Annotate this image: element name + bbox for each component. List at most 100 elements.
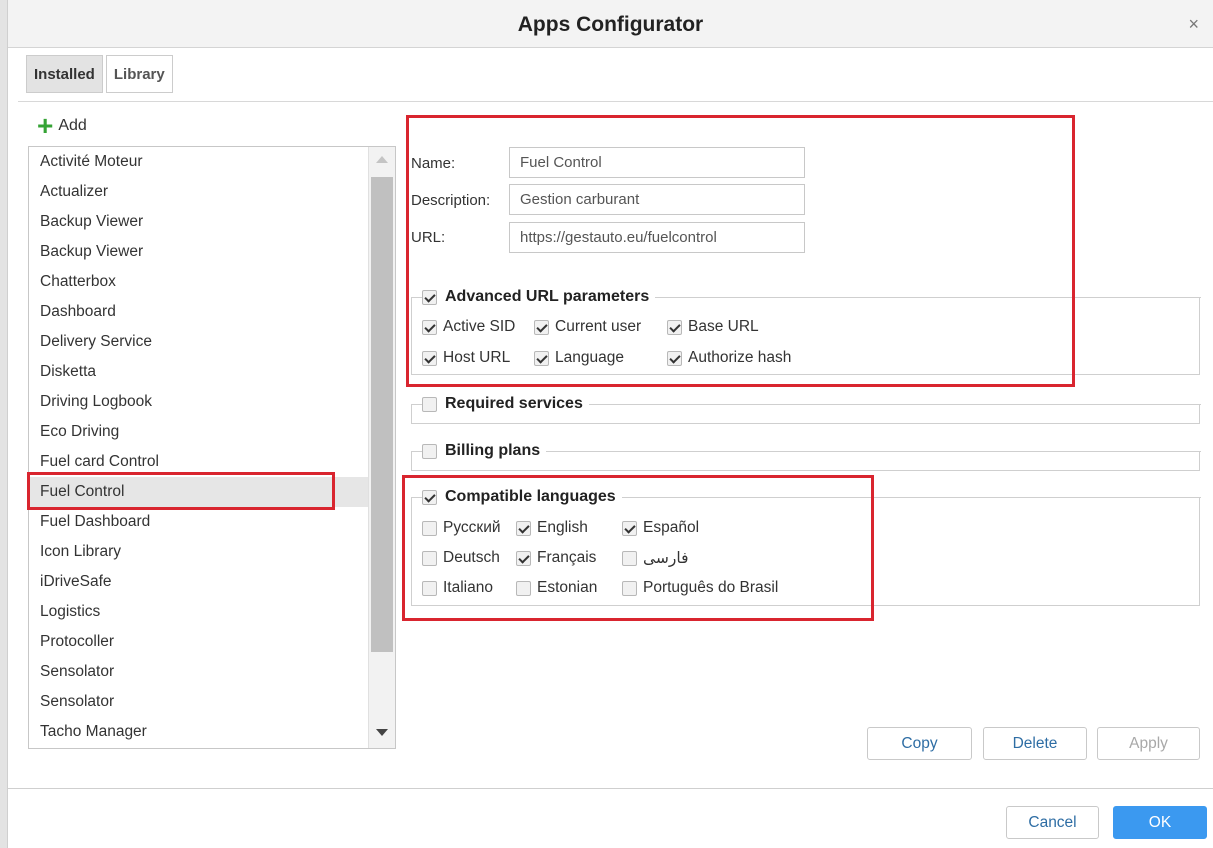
lang-english[interactable]: English [516,519,588,537]
advanced-url-parameters-label: Advanced URL parameters [445,288,650,305]
advanced-url-parameters-group [411,297,1201,375]
checkbox[interactable] [422,350,437,366]
compatible-languages-label: Compatible languages [445,488,616,505]
app-list-item[interactable]: Logistics [29,597,369,627]
option-label: فارسی [643,550,689,567]
checkbox[interactable] [422,580,437,596]
option-label: Français [537,549,597,566]
checkbox[interactable] [622,580,637,596]
app-list-item[interactable]: iDriveSafe [29,567,369,597]
apply-button[interactable]: Apply [1097,727,1200,760]
billing-plans-label: Billing plans [445,442,541,459]
apps-configurator-dialog: Apps Configurator × Installed Library + … [0,0,1213,848]
app-list-item[interactable]: Backup Viewer [29,207,369,237]
url-label: URL: [411,229,446,246]
option-label: Português do Brasil [643,579,779,596]
app-list-item[interactable]: Dashboard [29,297,369,327]
checkbox[interactable] [516,520,531,536]
name-input[interactable] [509,147,805,178]
billing-plans-checkbox[interactable] [422,443,437,459]
required-services-toggle[interactable]: Required services [422,395,589,413]
app-list-item[interactable]: Icon Library [29,537,369,567]
tab-library[interactable]: Library [105,55,173,93]
app-list-item[interactable]: Sensolator [29,687,369,717]
app-list-item[interactable]: Backup Viewer [29,237,369,267]
tab-installed[interactable]: Installed [26,55,103,93]
app-list-item[interactable]: Protocoller [29,627,369,657]
checkbox[interactable] [622,551,637,566]
tab-bar: Installed Library [26,55,176,93]
lang-german[interactable]: Deutsch [422,549,500,567]
footer-divider [8,788,1213,789]
app-list-item[interactable]: Activité Moteur [29,147,369,177]
app-list-item[interactable]: Driving Logbook [29,387,369,417]
app-list-item[interactable]: Delivery Service [29,327,369,357]
checkbox[interactable] [422,319,437,335]
compatible-languages-toggle[interactable]: Compatible languages [422,488,622,506]
lang-russian[interactable]: Русский [422,519,501,537]
option-language[interactable]: Language [534,349,624,367]
delete-button[interactable]: Delete [983,727,1087,760]
description-label: Description: [411,192,491,209]
option-current-user[interactable]: Current user [534,318,641,336]
app-list-item[interactable]: Chatterbox [29,267,369,297]
ok-button[interactable]: OK [1113,806,1207,839]
app-list-item[interactable]: Fuel Control [29,477,369,507]
advanced-url-parameters-toggle[interactable]: Advanced URL parameters [422,288,656,306]
option-label: Base URL [688,318,759,335]
app-list-item[interactable]: Disketta [29,357,369,387]
checkbox[interactable] [422,520,437,536]
app-list-item[interactable]: Sensolator [29,657,369,687]
checkbox[interactable] [534,350,549,366]
app-list-item[interactable]: Fuel Dashboard [29,507,369,537]
advanced-url-parameters-checkbox[interactable] [422,289,437,305]
lang-spanish[interactable]: Español [622,519,699,537]
scroll-up-icon[interactable] [376,156,388,163]
close-icon[interactable]: × [1188,14,1199,35]
checkbox[interactable] [622,520,637,536]
tab-divider [18,101,1213,102]
option-active-sid[interactable]: Active SID [422,318,515,336]
option-label: Active SID [443,318,516,335]
option-authorize-hash[interactable]: Authorize hash [667,349,791,367]
option-label: Host URL [443,349,511,366]
checkbox[interactable] [516,550,531,566]
required-services-checkbox[interactable] [422,396,437,412]
lang-estonian[interactable]: Estonian [516,579,597,597]
billing-plans-toggle[interactable]: Billing plans [422,442,547,460]
url-input[interactable] [509,222,805,253]
title-bar: Apps Configurator × [8,0,1213,48]
copy-button[interactable]: Copy [867,727,972,760]
option-label: English [537,519,588,536]
add-app-button[interactable]: + Add [37,112,87,140]
lang-french[interactable]: Français [516,549,596,567]
option-base-url[interactable]: Base URL [667,318,759,336]
add-label: Add [58,117,87,134]
required-services-label: Required services [445,395,583,412]
app-list[interactable]: Activité Moteur Actualizer Backup Viewer Ba… [28,146,396,749]
app-list-item[interactable]: Tacho Manager [29,717,369,747]
app-list-item[interactable]: Fuel card Control [29,447,369,477]
option-label: Language [555,349,624,366]
scroll-thumb[interactable] [371,177,393,652]
checkbox[interactable] [534,319,549,335]
lang-portuguese-brazil[interactable]: Português do Brasil [622,579,778,597]
lang-italian[interactable]: Italiano [422,579,493,597]
description-input[interactable] [509,184,805,215]
lang-persian[interactable]: فارسی [622,549,689,568]
checkbox[interactable] [667,350,682,366]
background-edge [0,0,8,848]
scroll-down-icon[interactable] [376,729,388,736]
app-list-item[interactable]: Eco Driving [29,417,369,447]
checkbox[interactable] [516,580,531,596]
checkbox[interactable] [422,550,437,566]
cancel-button[interactable]: Cancel [1006,806,1099,839]
option-label: Estonian [537,579,598,596]
app-list-scrollbar[interactable] [368,147,395,748]
option-label: Deutsch [443,549,500,566]
option-host-url[interactable]: Host URL [422,349,510,367]
name-label: Name: [411,155,456,172]
app-list-item[interactable]: Actualizer [29,177,369,207]
compatible-languages-checkbox[interactable] [422,489,437,505]
checkbox[interactable] [667,319,682,335]
